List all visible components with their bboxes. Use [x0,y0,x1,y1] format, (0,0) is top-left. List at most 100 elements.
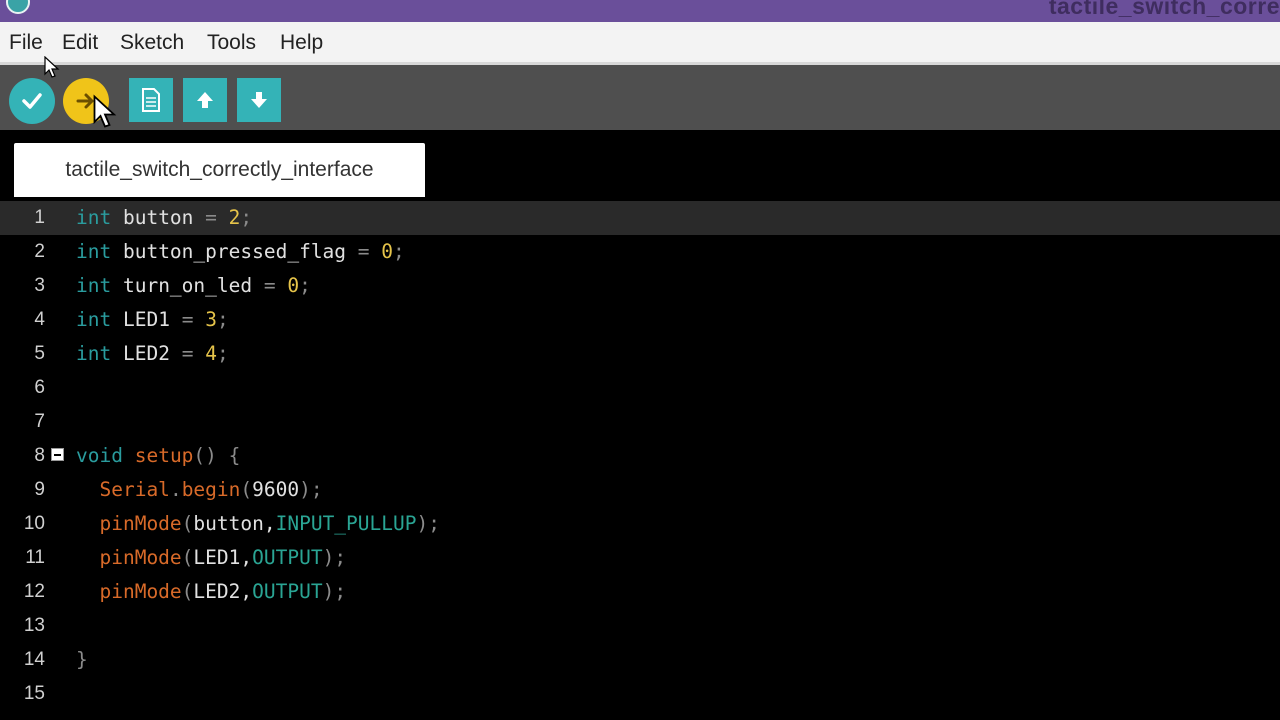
line-number: 13 [23,615,45,636]
menu-sketch[interactable]: Sketch [120,31,184,55]
code-line[interactable]: 4 int LED1 = 3; [0,303,1280,337]
line-number: 6 [34,377,45,398]
line-number: 2 [34,241,45,262]
code-token-punct: ( [181,580,194,603]
menu-file[interactable]: File [9,31,43,55]
verify-button[interactable] [9,78,55,124]
code-token-const: INPUT_PULLUP [275,512,417,535]
window-titlebar: tactile_switch_corre [0,0,1280,22]
menu-bar: File Edit Sketch Tools Help [0,22,1280,65]
code-line[interactable]: 3 int turn_on_led = 0; [0,269,1280,303]
code-line[interactable]: 13 [0,609,1280,643]
code-token-num: 2 [228,206,241,229]
line-number: 10 [23,513,45,534]
code-token-ident [76,546,99,569]
code-token-fn: Serial [99,478,170,501]
code-token-num: 0 [381,240,394,263]
code-token-punct: ); [416,512,440,535]
code-token-punct: = [181,342,194,365]
code-token-type: int [76,274,112,297]
code-token-punct: ); [322,580,347,603]
code-token-fn: begin [181,478,241,501]
code-token-ident [76,478,99,501]
code-token-punct: ( [240,478,253,501]
code-token-ident [123,444,135,467]
line-number: 5 [34,343,45,364]
code-line[interactable]: 2 int button_pressed_flag = 0; [0,235,1280,269]
code-token-ident [217,206,229,229]
code-line[interactable]: 9 Serial.begin(9600); [0,473,1280,507]
code-token-ident: button [111,206,206,229]
code-line[interactable]: 1 int button = 2; [0,201,1280,235]
code-token-punct: ( [181,546,194,569]
code-line[interactable]: 6 [0,371,1280,405]
code-text: pinMode(LED1,OUTPUT); [76,541,346,575]
code-editor[interactable]: 1 int button = 2; 2 int button_pressed_flag… [0,197,1280,720]
code-token-punct: ; [393,240,405,263]
menu-tools[interactable]: Tools [207,31,256,55]
code-text: pinMode(button,INPUT_PULLUP); [76,507,440,541]
code-text: void setup() { [76,439,240,473]
line-number: 12 [23,581,45,602]
save-sketch-button[interactable] [237,78,281,122]
code-token-type: int [76,240,112,263]
window-title: tactile_switch_corre [1048,0,1280,19]
code-token-ident: LED1 [111,308,182,331]
code-token-num: 0 [287,274,300,297]
code-token-fn: setup [134,444,194,467]
code-text: int LED2 = 4; [76,337,229,371]
code-line[interactable]: 10 pinMode(button,INPUT_PULLUP); [0,507,1280,541]
code-text: pinMode(LED2,OUTPUT); [76,575,346,609]
menu-edit[interactable]: Edit [62,31,98,55]
code-token-punct: ( [181,512,194,535]
code-token-ident [370,240,382,263]
pointer-cursor-icon [93,94,117,128]
fold-collapse-icon[interactable] [51,448,64,461]
code-line[interactable]: 12 pinMode(LED2,OUTPUT); [0,575,1280,609]
code-token-punct: ); [299,478,323,501]
tab-sketch[interactable]: tactile_switch_correctly_interface [14,143,425,197]
code-token-num: 4 [205,342,217,365]
arrow-down-icon [251,92,267,108]
code-token-punct: = [205,206,217,229]
code-text: } [76,643,88,677]
line-number: 15 [23,683,45,704]
code-token-punct: } [76,648,88,671]
code-token-type: void [76,444,123,467]
code-token-punct: . [169,478,182,501]
code-token-ident [76,512,99,535]
code-line[interactable]: 8 void setup() { [0,439,1280,473]
code-token-punct: ; [216,308,229,331]
document-icon [142,88,160,112]
code-token-ident: button, [193,512,276,535]
code-text: int turn_on_led = 0; [76,269,311,303]
code-token-type: int [76,206,112,229]
code-line[interactable]: 14} [0,643,1280,677]
code-token-ident: 9600 [252,478,300,501]
line-number: 1 [34,207,45,228]
mouse-cursor-icon [44,56,60,78]
code-token-punct: () { [193,444,241,467]
code-token-fn: pinMode [99,580,182,603]
code-token-type: int [76,308,112,331]
menu-help[interactable]: Help [280,31,323,55]
line-number: 14 [23,649,45,670]
code-line[interactable]: 11 pinMode(LED1,OUTPUT); [0,541,1280,575]
line-number: 11 [25,547,45,568]
arduino-logo-icon[interactable] [6,0,30,14]
code-token-punct: = [181,308,194,331]
code-token-ident: LED1, [193,546,253,569]
code-line[interactable]: 5 int LED2 = 4; [0,337,1280,371]
code-token-ident [276,274,288,297]
code-token-ident [76,580,99,603]
code-line[interactable]: 15 [0,677,1280,711]
line-number: 8 [34,445,45,466]
new-sketch-button[interactable] [129,78,173,122]
code-token-punct: ; [216,342,229,365]
open-sketch-button[interactable] [183,78,227,122]
tab-strip: tactile_switch_correctly_interface [0,130,1280,197]
code-token-ident: LED2 [111,342,182,365]
code-line[interactable]: 7 [0,405,1280,439]
line-number: 9 [34,479,45,500]
line-number: 4 [34,309,45,330]
